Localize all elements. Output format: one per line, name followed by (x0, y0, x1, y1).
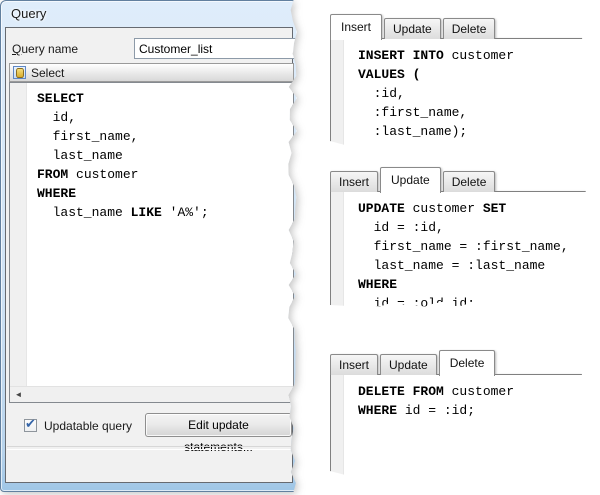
delete-panel-content: DELETE FROM customerWHERE id = :id; (330, 374, 588, 477)
tab-update[interactable]: Update (380, 354, 437, 375)
dialog-client-area: Query name Select SELECT id, first_name,… (5, 27, 293, 483)
update-sql-code[interactable]: UPDATE customer SET id = :id, first_name… (344, 192, 587, 310)
insert-panel-tabbar: Insert Update Delete (330, 13, 588, 39)
code-line: first_name, (37, 127, 293, 146)
code-line: :id, (358, 84, 587, 103)
select-section-header[interactable]: Select (9, 63, 294, 82)
checkbox-check-icon: ✔ (25, 416, 36, 432)
window-title: Query (11, 1, 46, 27)
code-line: VALUES ( (358, 65, 587, 84)
query-name-row: Query name (12, 38, 292, 62)
code-line: id = :id, (358, 218, 587, 237)
delete-sql-code[interactable]: DELETE FROM customerWHERE id = :id; (344, 375, 587, 476)
code-line: last_name = :last_name (358, 256, 587, 275)
code-line: last_name LIKE 'A%'; (37, 203, 293, 222)
footer-separator (7, 446, 292, 450)
tab-insert[interactable]: Insert (330, 171, 378, 192)
update-panel-content: UPDATE customer SET id = :id, first_name… (330, 191, 588, 311)
query-dialog-shadow: Query Query name Select SELECT id, first… (0, 0, 300, 493)
tab-update[interactable]: Update (384, 18, 441, 39)
code-line: last_name (37, 146, 293, 165)
editor-gutter (331, 375, 344, 476)
code-line: WHERE id = :id; (358, 401, 587, 420)
tab-insert[interactable]: Insert (330, 14, 382, 40)
database-icon (13, 66, 26, 79)
editor-gutter (10, 83, 27, 387)
delete-panel-tabbar: Insert Update Delete (330, 349, 588, 375)
tab-delete[interactable]: Delete (443, 171, 496, 192)
code-line: id, (37, 108, 293, 127)
select-section-label: Select (31, 66, 64, 80)
code-line: :first_name, (358, 103, 587, 122)
insert-sql-code[interactable]: INSERT INTO customerVALUES ( :id, :first… (344, 39, 587, 146)
tab-insert[interactable]: Insert (330, 354, 378, 375)
code-line: INSERT INTO customer (358, 46, 587, 65)
update-panel-tabbar: Insert Update Delete (330, 166, 588, 192)
tab-delete[interactable]: Delete (439, 350, 496, 376)
updatable-query-label[interactable]: Updatable query (44, 417, 132, 435)
query-name-label: Query name (12, 42, 78, 56)
titlebar[interactable]: Query (1, 1, 297, 27)
insert-panel-content: INSERT INTO customerVALUES ( :id, :first… (330, 38, 588, 147)
tab-delete[interactable]: Delete (443, 18, 496, 39)
edit-update-statements-button[interactable]: Edit update statements... (145, 413, 292, 437)
code-line: FROM customer (37, 165, 293, 184)
code-line: id = :old_id; (358, 294, 587, 310)
tab-update[interactable]: Update (380, 167, 441, 193)
sql-editor[interactable]: SELECT id, first_name, last_nameFROM cus… (9, 82, 294, 403)
code-line: :last_name); (358, 122, 587, 141)
editor-gutter (331, 39, 344, 146)
updatable-query-checkbox[interactable]: ✔ (24, 419, 37, 432)
code-line: first_name = :first_name, (358, 237, 587, 256)
code-line: DELETE FROM customer (358, 382, 587, 401)
code-line: UPDATE customer SET (358, 199, 587, 218)
updatable-row: ✔ Updatable query Edit update statements… (18, 414, 292, 440)
query-dialog-window: Query Query name Select SELECT id, first… (0, 0, 298, 492)
delete-sql-panel: Insert Update Delete DELETE FROM custome… (330, 349, 588, 477)
update-sql-panel: Insert Update Delete UPDATE customer SET… (330, 166, 588, 311)
code-line: WHERE (37, 184, 293, 203)
query-name-input[interactable] (134, 38, 334, 59)
scroll-left-arrow-icon[interactable]: ◄ (10, 387, 27, 402)
code-line: SELECT (37, 89, 293, 108)
code-line: WHERE (358, 275, 587, 294)
editor-gutter (331, 192, 344, 310)
insert-sql-panel: Insert Update Delete INSERT INTO custome… (330, 13, 588, 147)
sql-code[interactable]: SELECT id, first_name, last_nameFROM cus… (27, 83, 293, 387)
horizontal-scrollbar[interactable]: ◄ (10, 386, 293, 402)
